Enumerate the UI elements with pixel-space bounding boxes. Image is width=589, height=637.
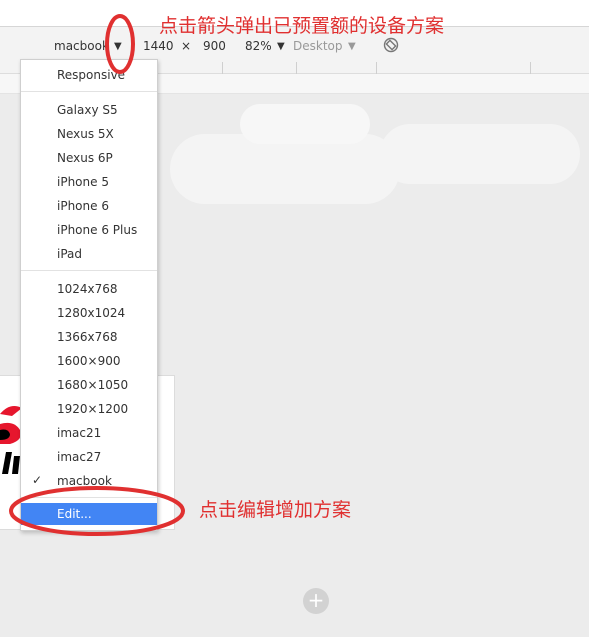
plus-icon[interactable]: + — [303, 588, 329, 614]
annotation-circle-edit — [9, 486, 185, 536]
annotation-circle-arrow — [105, 14, 135, 74]
annotation-text-bottom: 点击编辑增加方案 — [199, 499, 352, 521]
annotation-overlay — [9, 14, 185, 536]
annotation-text-top: 点击箭头弹出已预置额的设备方案 — [159, 15, 445, 37]
